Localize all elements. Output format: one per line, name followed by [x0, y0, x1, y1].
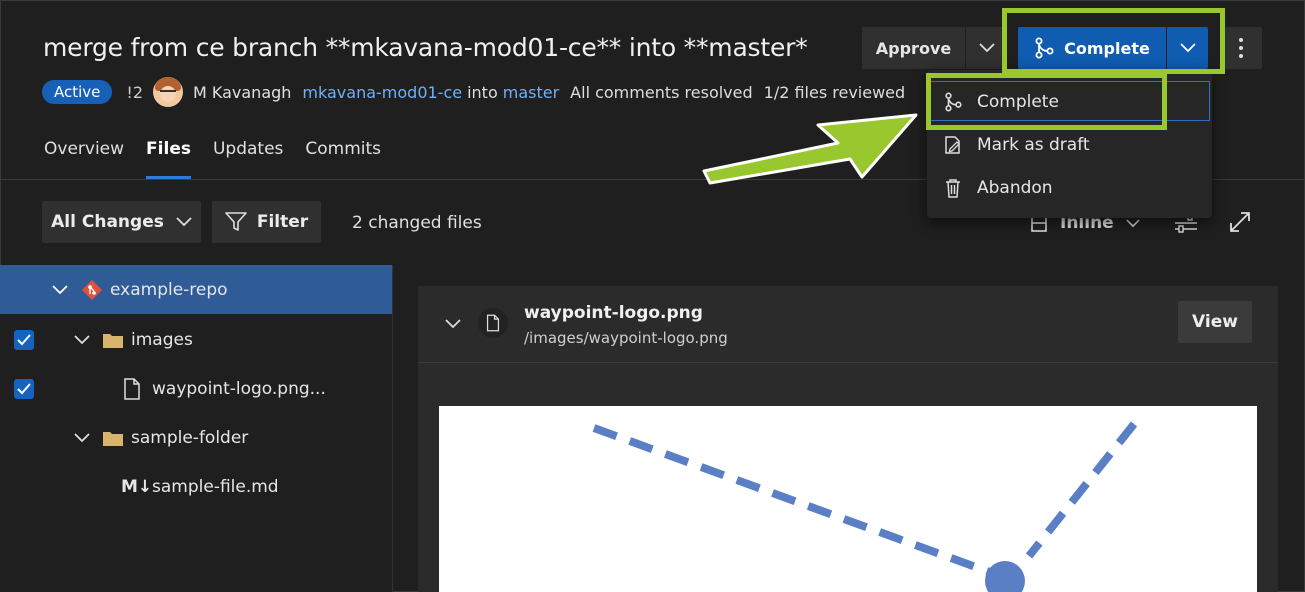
tree-item-file[interactable]: M↓ sample-file.md: [0, 462, 392, 511]
tree-item-label: sample-folder: [131, 427, 249, 448]
checkbox-checked[interactable]: [14, 378, 34, 399]
more-actions-button[interactable]: [1220, 27, 1262, 69]
file-tree: example-repo images waypoint-logo.png...…: [0, 265, 393, 592]
checkbox-checked[interactable]: [14, 329, 34, 350]
tab-bar: Overview Files Updates Commits: [44, 139, 381, 179]
highlight-box: [926, 73, 1167, 130]
file-icon: [486, 314, 500, 332]
tab-overview[interactable]: Overview: [44, 139, 124, 169]
waypoint-logo-image: [592, 421, 1138, 592]
approve-options-button[interactable]: [966, 27, 1007, 69]
file-path: /images/waypoint-logo.png: [524, 329, 728, 347]
check-icon: [17, 333, 31, 345]
tree-item-label: sample-file.md: [152, 476, 279, 497]
file-diff-panel: waypoint-logo.png /images/waypoint-logo.…: [418, 286, 1278, 592]
author-name[interactable]: M Kavanagh: [193, 83, 291, 102]
chevron-down-icon: [978, 43, 995, 53]
source-branch-link[interactable]: mkavana-mod01-ce: [302, 83, 462, 102]
target-branch-link[interactable]: master: [503, 83, 559, 102]
image-preview: [439, 406, 1257, 592]
file-name: waypoint-logo.png: [524, 303, 703, 323]
tab-commits[interactable]: Commits: [305, 139, 381, 169]
file-icon-container: [478, 308, 508, 338]
page-title: merge from ce branch **mkavana-mod01-ce*…: [43, 33, 808, 62]
folder-icon: [103, 431, 123, 446]
trash-icon: [946, 178, 960, 198]
avatar[interactable]: [153, 77, 183, 107]
filter-button[interactable]: Filter: [212, 201, 321, 243]
chevron-down-icon[interactable]: [445, 319, 461, 329]
filter-icon: [225, 212, 247, 231]
menu-item-label: Abandon: [977, 177, 1053, 198]
chevron-down-icon: [74, 432, 90, 442]
menu-item-abandon[interactable]: Abandon: [927, 166, 1212, 209]
tree-item-folder[interactable]: images: [0, 315, 392, 364]
pr-count: !2: [126, 82, 143, 102]
tree-item-label: waypoint-logo.png...: [152, 378, 326, 399]
chevron-down-icon: [1126, 218, 1140, 227]
approve-button[interactable]: Approve: [862, 27, 965, 69]
draft-icon: [945, 135, 960, 154]
file-diff-header: waypoint-logo.png /images/waypoint-logo.…: [418, 286, 1278, 363]
changed-files-count: 2 changed files: [352, 213, 482, 233]
into-text: into: [467, 82, 498, 102]
arrow-annotation-icon: [702, 113, 918, 185]
more-vertical-icon: [1239, 38, 1243, 58]
chevron-down-icon: [52, 284, 68, 294]
tree-item-label: images: [131, 329, 193, 350]
tab-files[interactable]: Files: [146, 139, 191, 179]
tab-updates[interactable]: Updates: [213, 139, 283, 169]
repo-name: example-repo: [110, 279, 228, 300]
menu-item-label: Mark as draft: [977, 134, 1090, 155]
check-icon: [17, 382, 31, 394]
all-changes-dropdown[interactable]: All Changes: [42, 201, 201, 243]
highlight-box: [1002, 8, 1225, 74]
file-icon: [124, 377, 140, 400]
markdown-icon: M↓: [121, 476, 153, 497]
filter-label: Filter: [256, 212, 309, 232]
chevron-down-icon: [176, 217, 192, 227]
tree-item-file[interactable]: waypoint-logo.png...: [0, 364, 392, 413]
all-changes-label: All Changes: [51, 212, 164, 232]
expand-icon[interactable]: [1229, 211, 1251, 233]
view-file-button[interactable]: View: [1178, 301, 1252, 343]
chevron-down-icon: [74, 334, 90, 344]
status-badge: Active: [42, 80, 113, 104]
tree-item-repo[interactable]: example-repo: [0, 265, 392, 314]
git-repo-icon: [82, 279, 102, 300]
tree-item-folder[interactable]: sample-folder: [0, 413, 392, 462]
folder-icon: [103, 333, 123, 348]
